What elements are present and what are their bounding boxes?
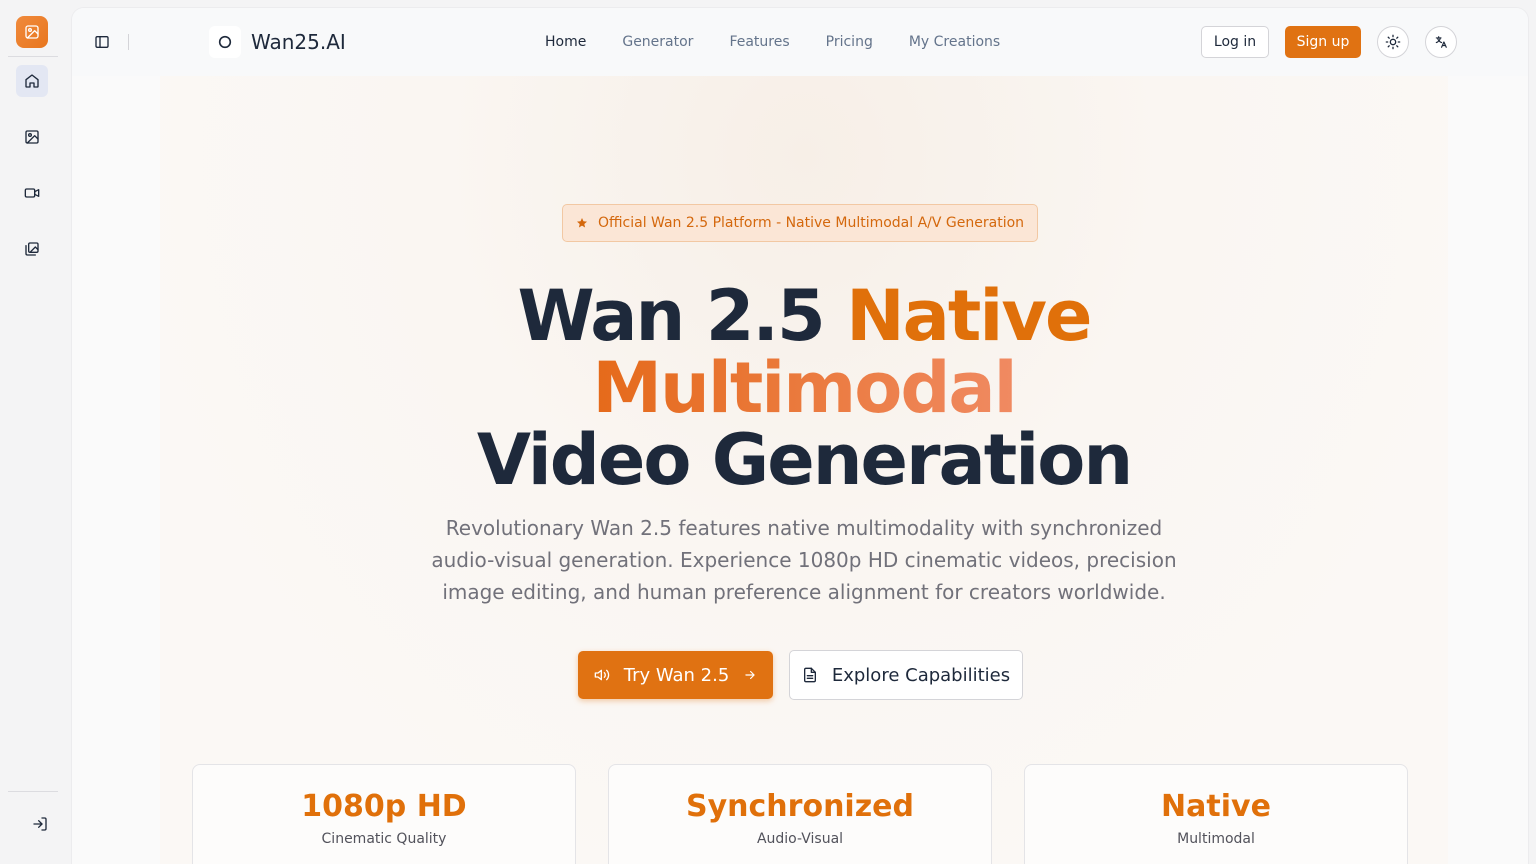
stat-value: 1080p HD (301, 789, 467, 824)
stat-label: Audio-Visual (756, 831, 844, 847)
stat-label: Cinematic Quality (321, 831, 447, 847)
home-icon (25, 74, 39, 88)
image-icon (25, 130, 39, 144)
language-button[interactable] (1425, 26, 1457, 58)
gallery-icon (25, 242, 39, 256)
title-native: Native (846, 275, 1092, 357)
explore-capabilities-button[interactable]: Explore Capabilities (789, 650, 1023, 700)
stat-label: Multimodal (1177, 831, 1255, 847)
nav-generator[interactable]: Generator (604, 32, 711, 52)
brand-name: Wan25.AI (251, 30, 346, 54)
main-panel: Wan25.AI Home Generator Features Pricing… (72, 8, 1528, 864)
stat-value: Synchronized (686, 789, 914, 824)
video-icon (24, 188, 40, 198)
nav-features[interactable]: Features (711, 32, 807, 52)
rail-divider (8, 56, 58, 57)
hero-title-line2: Multimodal (160, 352, 1448, 424)
circle-logo-icon (218, 35, 232, 49)
sign-in-icon (33, 817, 47, 831)
title-multimodal: Multimodal (592, 347, 1017, 429)
brand-logo (209, 26, 241, 58)
app-rail (0, 0, 64, 864)
rail-divider-bottom (8, 791, 58, 792)
stat-card-quality: 1080p HD Cinematic Quality (192, 764, 576, 864)
nav-my-creations[interactable]: My Creations (891, 32, 1018, 52)
platform-badge: Official Wan 2.5 Platform - Native Multi… (562, 204, 1038, 242)
try-wan-label: Try Wan 2.5 (623, 664, 730, 686)
hero-title-line3: Video Generation (160, 424, 1448, 496)
sun-icon (1385, 34, 1401, 50)
stat-card-multimodal: Native Multimodal (1024, 764, 1408, 864)
toolbar-divider (128, 34, 129, 50)
app-logo[interactable] (16, 16, 48, 48)
signup-button[interactable]: Sign up (1285, 26, 1361, 58)
hero-section: Official Wan 2.5 Platform - Native Multi… (160, 76, 1448, 864)
translate-icon (1435, 36, 1447, 48)
primary-nav: Home Generator Features Pricing My Creat… (527, 32, 1018, 52)
badge-text: Official Wan 2.5 Platform - Native Multi… (597, 215, 1025, 231)
speaker-icon (594, 669, 609, 681)
rail-home[interactable] (16, 65, 48, 97)
rail-sign-in[interactable] (24, 808, 56, 840)
arrow-right-icon (745, 670, 755, 680)
login-button[interactable]: Log in (1201, 26, 1269, 58)
sidebar-toggle-button[interactable] (90, 30, 114, 54)
image-sparkle-icon (25, 25, 39, 39)
stat-value: Native (1161, 789, 1271, 824)
hero-description: Revolutionary Wan 2.5 features native mu… (431, 516, 1177, 604)
top-navbar: Wan25.AI Home Generator Features Pricing… (72, 8, 1528, 76)
rail-gallery[interactable] (16, 233, 48, 265)
brand-link[interactable]: Wan25.AI (209, 26, 346, 58)
hero-title-line1: Wan 2.5 Native (160, 280, 1448, 352)
nav-home[interactable]: Home (527, 32, 604, 52)
rail-image[interactable] (16, 121, 48, 153)
rail-video[interactable] (16, 177, 48, 209)
try-wan-button[interactable]: Try Wan 2.5 (578, 651, 773, 699)
sidebar-toggle-icon (95, 36, 109, 48)
theme-toggle-button[interactable] (1377, 26, 1409, 58)
star-icon (576, 218, 587, 228)
stat-card-sync: Synchronized Audio-Visual (608, 764, 992, 864)
title-video-generation: Video Generation (476, 419, 1133, 501)
document-icon (803, 667, 816, 683)
explore-capabilities-label: Explore Capabilities (831, 664, 1011, 686)
title-wan-version: Wan 2.5 (517, 275, 847, 357)
nav-pricing[interactable]: Pricing (808, 32, 891, 52)
